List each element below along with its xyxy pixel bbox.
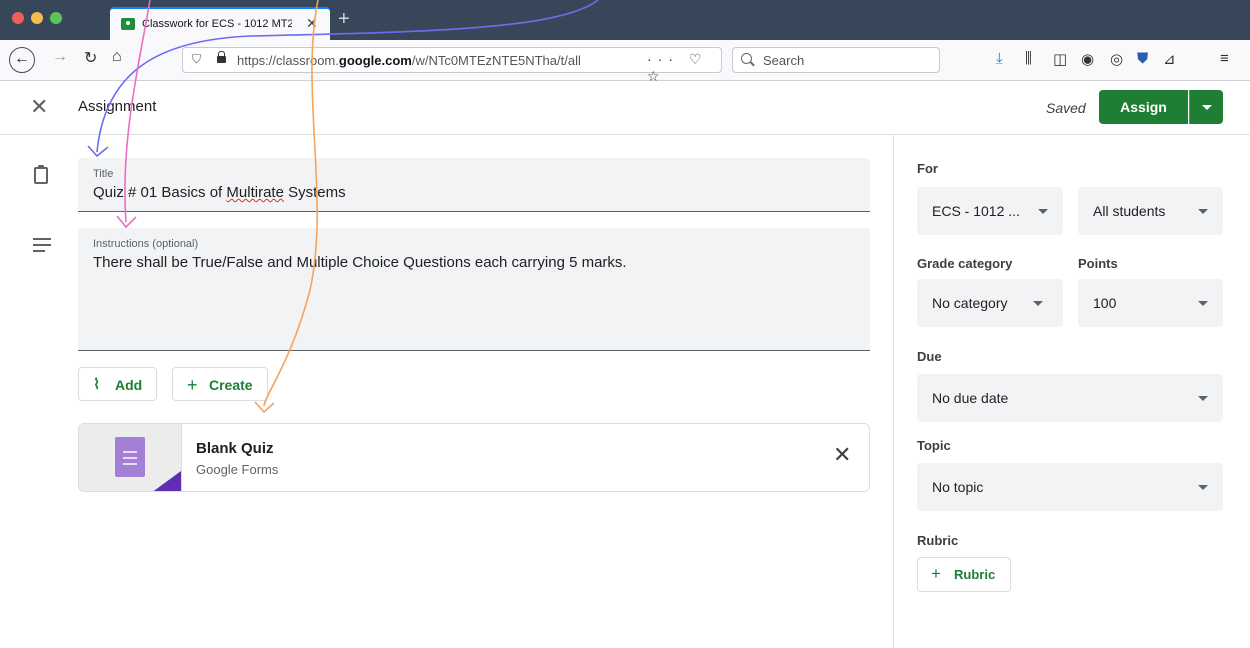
instructions-value[interactable]: There shall be True/False and Multiple C…	[93, 254, 627, 271]
points-select[interactable]: 100	[1078, 279, 1223, 327]
instructions-field[interactable]: Instructions (optional) There shall be T…	[78, 228, 870, 351]
cast-icon[interactable]: ⊿	[1163, 50, 1176, 68]
assignment-header: ✕ Assignment Saved Assign	[0, 80, 1250, 135]
plus-icon: +	[187, 375, 198, 395]
tab-close-icon[interactable]: ✕	[306, 15, 318, 32]
chevron-down-icon	[1038, 209, 1048, 214]
browser-toolbar: ← → ↻ ⌂ ⛉ https://classroom.google.com/w…	[0, 40, 1250, 84]
browser-tab[interactable]: Classwork for ECS - 1012 MT20 ✕	[110, 7, 330, 40]
plus-icon: +	[931, 564, 941, 583]
create-button[interactable]: + Create	[172, 367, 268, 401]
chevron-down-icon	[1198, 209, 1208, 214]
menu-icon[interactable]: ≡	[1220, 50, 1229, 67]
chevron-down-icon	[1198, 485, 1208, 490]
attachment-subtitle: Google Forms	[196, 462, 279, 477]
attach-icon: ⌇	[93, 376, 101, 393]
sidebar-icon[interactable]: ◫	[1053, 50, 1067, 68]
class-select[interactable]: ECS - 1012 ...	[917, 187, 1063, 235]
lock-icon[interactable]	[217, 51, 226, 63]
attachment-card[interactable]: Blank Quiz Google Forms ✕	[78, 423, 870, 492]
new-tab-icon[interactable]: +	[338, 8, 350, 31]
title-value[interactable]: Quiz # 01 Basics of Multirate Systems	[93, 184, 346, 201]
url-text[interactable]: https://classroom.google.com/w/NTc0MTEzN…	[237, 53, 581, 68]
topic-label: Topic	[917, 438, 951, 453]
home-icon[interactable]: ⌂	[112, 48, 122, 66]
topic-select[interactable]: No topic	[917, 463, 1223, 511]
search-icon	[741, 53, 752, 64]
title-field[interactable]: Title Quiz # 01 Basics of Multirate Syst…	[78, 158, 870, 212]
window-minimize-button[interactable]	[31, 12, 43, 24]
tab-title: Classwork for ECS - 1012 MT20	[142, 18, 292, 30]
close-icon[interactable]: ✕	[30, 94, 48, 120]
saved-status: Saved	[1046, 100, 1086, 116]
download-icon[interactable]: ⤓	[996, 50, 1003, 67]
due-label: Due	[917, 349, 942, 364]
assign-button[interactable]: Assign	[1099, 90, 1188, 124]
browser-tab-bar: Classwork for ECS - 1012 MT20 ✕ +	[0, 0, 1250, 40]
extension-icon[interactable]: ◎	[1110, 50, 1123, 68]
panel-divider	[893, 135, 894, 648]
page-title: Assignment	[78, 98, 157, 115]
for-label: For	[917, 161, 938, 176]
points-label: Points	[1078, 256, 1118, 271]
forms-corner-mark	[151, 471, 181, 491]
chevron-down-icon	[1198, 301, 1208, 306]
annotation-arrowhead-orange	[254, 401, 275, 414]
instructions-label: Instructions (optional)	[93, 238, 199, 250]
notes-icon	[33, 238, 51, 256]
grade-category-select[interactable]: No category	[917, 279, 1063, 327]
url-bar[interactable]: ⛉ https://classroom.google.com/w/NTc0MTE…	[182, 47, 722, 84]
shield-extension-icon[interactable]: ⛊	[1137, 50, 1148, 67]
students-select[interactable]: All students	[1078, 187, 1223, 235]
forward-arrow-icon[interactable]: →	[52, 48, 68, 66]
back-arrow-icon[interactable]: ←	[9, 47, 35, 73]
due-date-select[interactable]: No due date	[917, 374, 1223, 422]
add-button[interactable]: ⌇ Add	[78, 367, 157, 401]
rubric-label: Rubric	[917, 533, 959, 548]
grade-category-label: Grade category	[917, 256, 1013, 271]
library-icon[interactable]: ⫼	[1025, 50, 1032, 67]
chevron-down-icon	[1033, 301, 1043, 306]
reload-icon[interactable]: ↻	[84, 48, 97, 68]
attachment-title[interactable]: Blank Quiz	[196, 440, 274, 457]
window-close-button[interactable]	[12, 12, 24, 24]
classroom-favicon-icon	[121, 18, 135, 30]
annotation-arrowhead-pink	[116, 215, 137, 229]
search-input[interactable]: Search	[732, 47, 940, 73]
add-rubric-button[interactable]: + Rubric	[917, 557, 1011, 592]
search-placeholder: Search	[763, 53, 805, 68]
remove-attachment-icon[interactable]: ✕	[833, 442, 851, 468]
account-icon[interactable]: ◉	[1081, 50, 1094, 68]
chevron-down-icon	[1198, 396, 1208, 401]
google-forms-icon	[115, 437, 145, 477]
assign-dropdown-button[interactable]	[1189, 90, 1223, 124]
title-label: Title	[93, 168, 114, 180]
annotation-arrowhead-blue	[87, 145, 109, 158]
attachment-thumbnail	[79, 424, 182, 491]
assignment-icon	[34, 165, 48, 184]
tracking-shield-icon[interactable]: ⛉	[192, 52, 201, 67]
window-zoom-button[interactable]	[50, 12, 62, 24]
